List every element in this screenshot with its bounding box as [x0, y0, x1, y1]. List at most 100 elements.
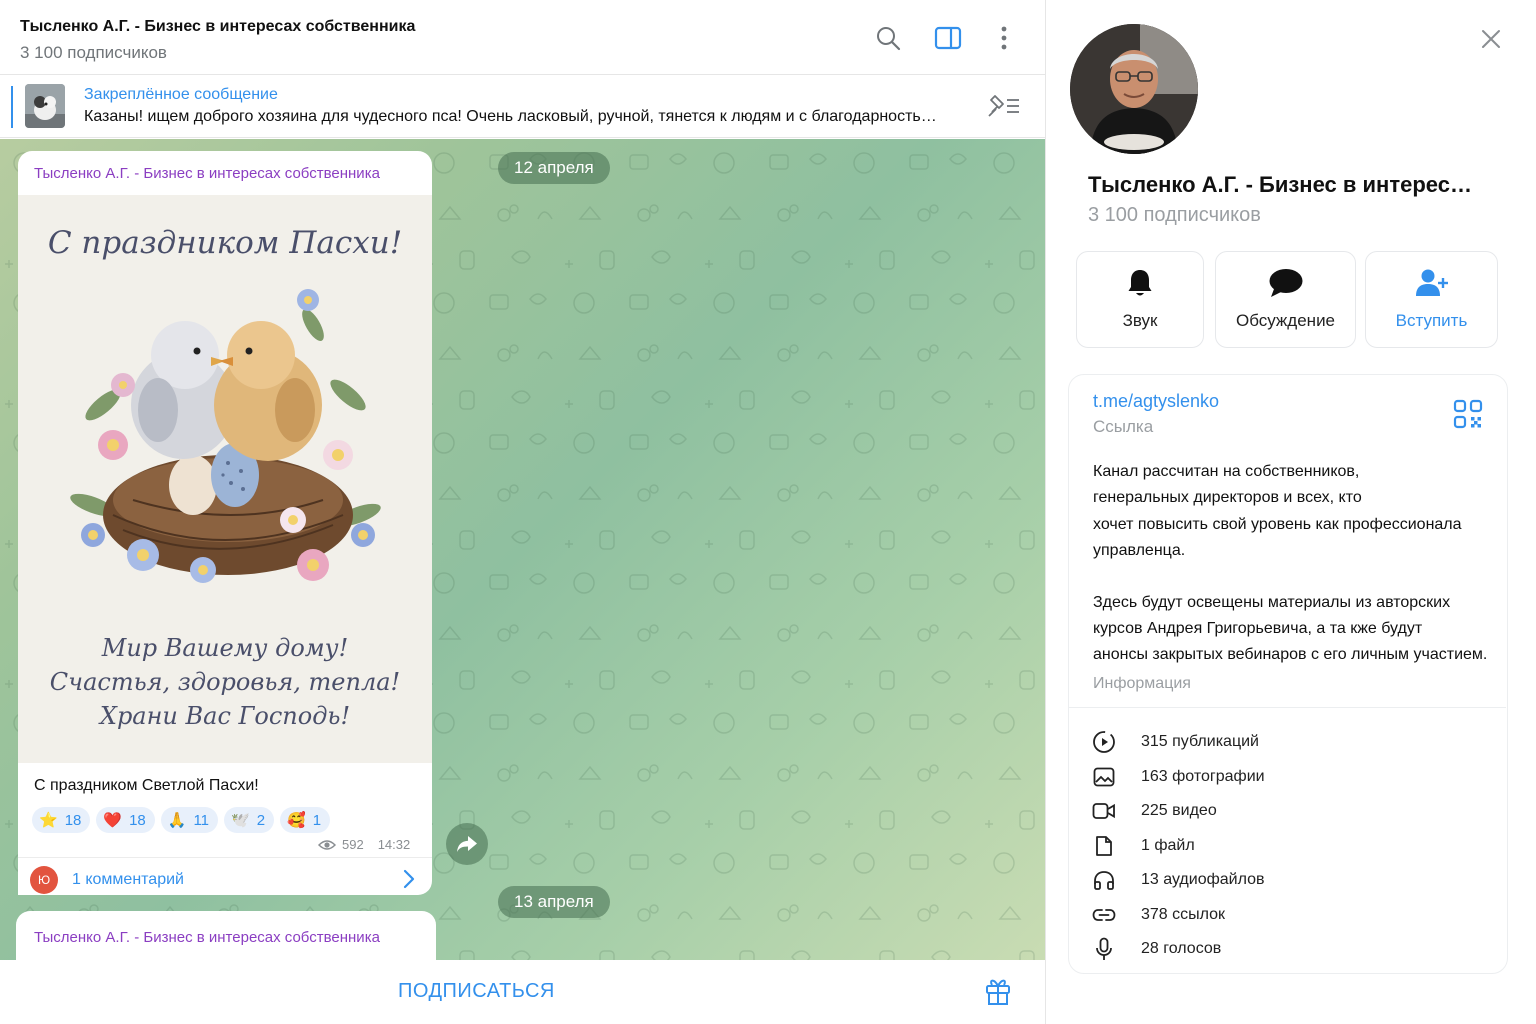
channel-post[interactable]: Тысленко А.Г. - Бизнес в интересах собст… [16, 911, 436, 960]
stat-publications[interactable]: 315 публикаций [1091, 725, 1259, 760]
pinned-text: Казаны! ищем доброго хозяина для чудесно… [84, 108, 937, 125]
description-label: Информация [1093, 675, 1191, 692]
gift-icon[interactable] [984, 976, 1012, 1011]
link-icon [1091, 902, 1117, 928]
reaction-heart[interactable]: ❤️ 18 [96, 807, 155, 833]
channel-info-card: t.me/agtyslenko Ссылка Канал рассчитан н… [1068, 374, 1508, 974]
post-image[interactable]: С праздником Пасхи! Мир Вашему дому! Сча… [18, 195, 432, 763]
description-paragraph: Канал рассчитан на собственников, генера… [1093, 459, 1493, 565]
sound-button[interactable]: Звук [1076, 251, 1204, 348]
pinned-title: Закреплённое сообщение [84, 86, 278, 103]
chevron-right-icon [403, 869, 415, 889]
post-views: 592 [342, 837, 364, 852]
description-line: курсов Андрея Григорьевича, а та кже буд… [1093, 620, 1423, 638]
stat-label: 28 голосов [1141, 940, 1222, 958]
channel-post[interactable]: Тысленко А.Г. - Бизнес в интересах собст… [18, 151, 432, 895]
discussion-button[interactable]: Обсуждение [1215, 251, 1356, 348]
heart-icon: ❤️ [103, 811, 123, 829]
media-stats: 315 публикаций 163 фотографии 225 видео … [1091, 725, 1265, 967]
voice-icon [1091, 936, 1117, 962]
chat-bubble-icon [1268, 267, 1304, 299]
bell-icon [1127, 267, 1153, 299]
reaction-count: 1 [312, 811, 322, 829]
eye-icon [318, 839, 336, 850]
file-icon [1091, 833, 1117, 859]
join-button[interactable]: Вступить [1365, 251, 1498, 348]
chat-title: Тысленко А.Г. - Бизнес в интересах собст… [20, 18, 416, 35]
stat-label: 1 файл [1141, 836, 1195, 854]
pinned-message[interactable]: Закреплённое сообщение Казаны! ищем добр… [0, 76, 1045, 138]
description-line: управленца. [1093, 542, 1186, 560]
panel-subscribers: 3 100 подписчиков [1088, 204, 1261, 226]
divider [1069, 707, 1506, 708]
chat-header[interactable]: Тысленко А.Г. - Бизнес в интересах собст… [0, 0, 1045, 75]
comments-count: 1 комментарий [72, 871, 184, 888]
pinned-thumbnail [25, 84, 65, 128]
stat-label: 315 публикаций [1141, 733, 1259, 751]
description-line: хочет повысить свой уровень как професси… [1093, 515, 1462, 533]
chat-subscribers: 3 100 подписчиков [20, 43, 167, 62]
dove-icon: 🕊️ [231, 811, 250, 829]
reaction-pray[interactable]: 🙏 11 [160, 807, 219, 833]
pray-icon: 🙏 [167, 811, 187, 829]
photos-icon [1091, 764, 1117, 790]
link-label: Ссылка [1093, 417, 1154, 436]
join-label: Вступить [1395, 311, 1468, 330]
date-separator: 13 апреля [498, 886, 610, 918]
qr-code-icon[interactable] [1453, 399, 1483, 434]
sound-label: Звук [1122, 311, 1158, 330]
easter-chicks-illustration [70, 289, 381, 583]
reaction-count: 18 [64, 811, 82, 829]
card-title: С праздником Пасхи! [47, 225, 403, 261]
post-author[interactable]: Тысленко А.Г. - Бизнес в интересах собст… [34, 165, 380, 182]
channel-link[interactable]: t.me/agtyslenko [1093, 391, 1219, 412]
card-blessing: Мир Вашему дому! Счастья, здоровья, тепл… [18, 631, 432, 733]
description-line: анонсы закрытых вебинаров с его личным у… [1093, 646, 1488, 664]
video-icon [1091, 798, 1117, 824]
description-line: Канал рассчитан на собственников, [1093, 463, 1360, 480]
card-line: Храни Вас Господь! [99, 702, 351, 730]
channel-description: Канал рассчитан на собственников, генера… [1093, 459, 1493, 694]
add-user-icon [1415, 267, 1449, 299]
stat-label: 163 фотографии [1141, 767, 1265, 785]
stat-voices[interactable]: 28 голосов [1091, 932, 1221, 967]
post-author[interactable]: Тысленко А.Г. - Бизнес в интересах собст… [34, 929, 380, 946]
reaction-dove[interactable]: 🕊️ 2 [224, 807, 275, 833]
stat-label: 225 видео [1141, 802, 1217, 820]
star-icon: ⭐ [39, 811, 58, 829]
description-line: Здесь будут освещены материалы из авторс… [1093, 593, 1451, 611]
pinned-list-icon[interactable] [986, 92, 1022, 125]
avatar: Ю [30, 866, 58, 894]
stat-video[interactable]: 225 видео [1091, 794, 1217, 829]
close-icon[interactable] [1478, 26, 1504, 52]
stat-label: 378 ссылок [1141, 905, 1226, 923]
stat-files[interactable]: 1 файл [1091, 829, 1195, 864]
description-line: генеральных директоров и всех, кто [1093, 489, 1362, 507]
channel-avatar[interactable] [1070, 24, 1198, 154]
bottom-bar: ПОДПИСАТЬСЯ [0, 960, 1045, 1024]
stat-audio[interactable]: 13 аудиофайлов [1091, 863, 1265, 898]
reaction-love[interactable]: 🥰 1 [280, 807, 331, 833]
reaction-count: 2 [256, 811, 266, 829]
search-icon[interactable] [872, 22, 904, 54]
audio-icon [1091, 867, 1117, 893]
stat-links[interactable]: 378 ссылок [1091, 898, 1225, 933]
sidebar-toggle-icon[interactable] [932, 22, 964, 54]
reaction-star[interactable]: ⭐ 18 [32, 807, 91, 833]
discussion-label: Обсуждение [1235, 311, 1336, 330]
subscribe-button[interactable]: ПОДПИСАТЬСЯ [398, 980, 555, 1003]
stat-photos[interactable]: 163 фотографии [1091, 760, 1265, 795]
card-line: Мир Вашему дому! [101, 634, 349, 662]
share-icon [457, 836, 477, 852]
channel-info-panel: Тысленко А.Г. - Бизнес в интерес… 3 100 … [1045, 0, 1536, 1024]
reactions-row: ⭐ 18 ❤️ 18 🙏 11 🕊️ 2 🥰 1 [32, 807, 331, 833]
more-vertical-icon[interactable] [988, 22, 1020, 54]
comments-link[interactable]: Ю 1 комментарий [18, 857, 432, 895]
reaction-count: 11 [193, 811, 210, 829]
date-separator: 12 апреля [498, 152, 610, 184]
post-caption: С праздником Светлой Пасхи! [34, 777, 259, 794]
share-button[interactable] [446, 823, 488, 865]
card-line: Счастья, здоровья, тепла! [49, 668, 401, 696]
smiling-hearts-icon: 🥰 [287, 811, 306, 829]
panel-channel-title: Тысленко А.Г. - Бизнес в интерес… [1088, 172, 1472, 197]
